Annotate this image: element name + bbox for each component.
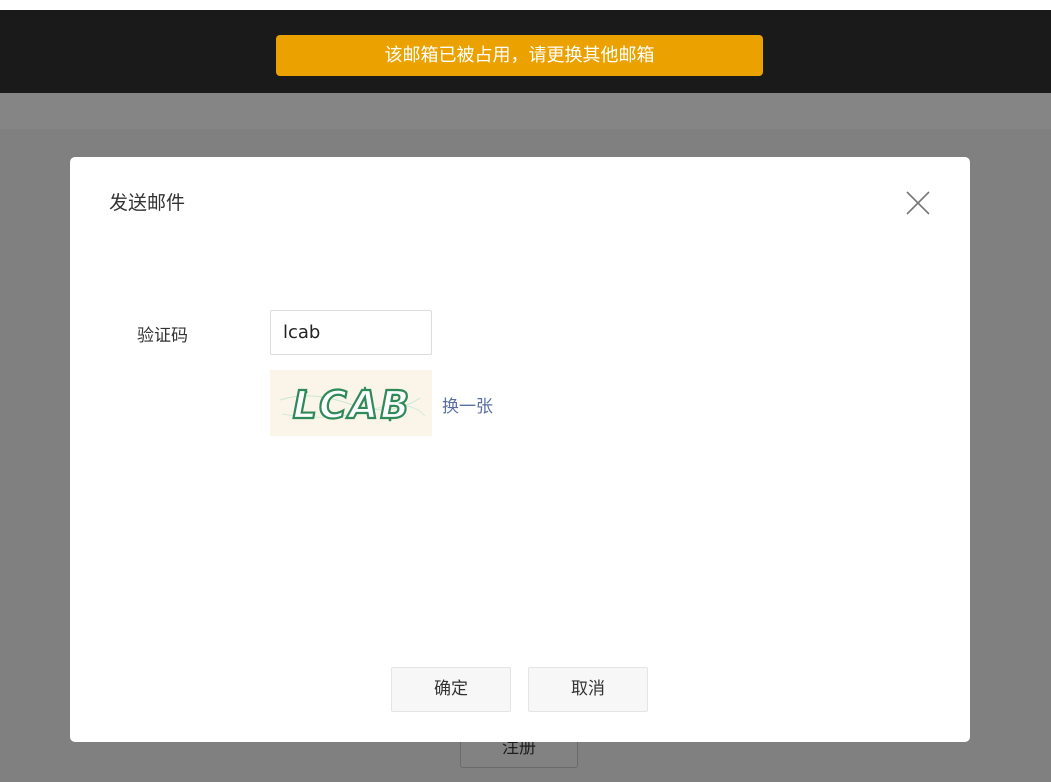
close-icon[interactable] [903,188,933,218]
captcha-input[interactable] [270,310,432,355]
send-email-dialog: 发送邮件 验证码 LCAB 换一张 确定 取消 [70,157,970,742]
error-toast: 该邮箱已被占用，请更换其他邮箱 [276,35,763,76]
captcha-image: LCAB [270,370,432,436]
page-header-strip [0,93,1051,129]
dialog-title: 发送邮件 [109,192,186,214]
captcha-label: 验证码 [137,326,188,346]
refresh-captcha-link[interactable]: 换一张 [442,392,493,417]
captcha-text: LCAB [293,383,411,427]
confirm-button[interactable]: 确定 [391,667,511,712]
top-edge [0,0,1051,10]
cancel-button[interactable]: 取消 [528,667,648,712]
